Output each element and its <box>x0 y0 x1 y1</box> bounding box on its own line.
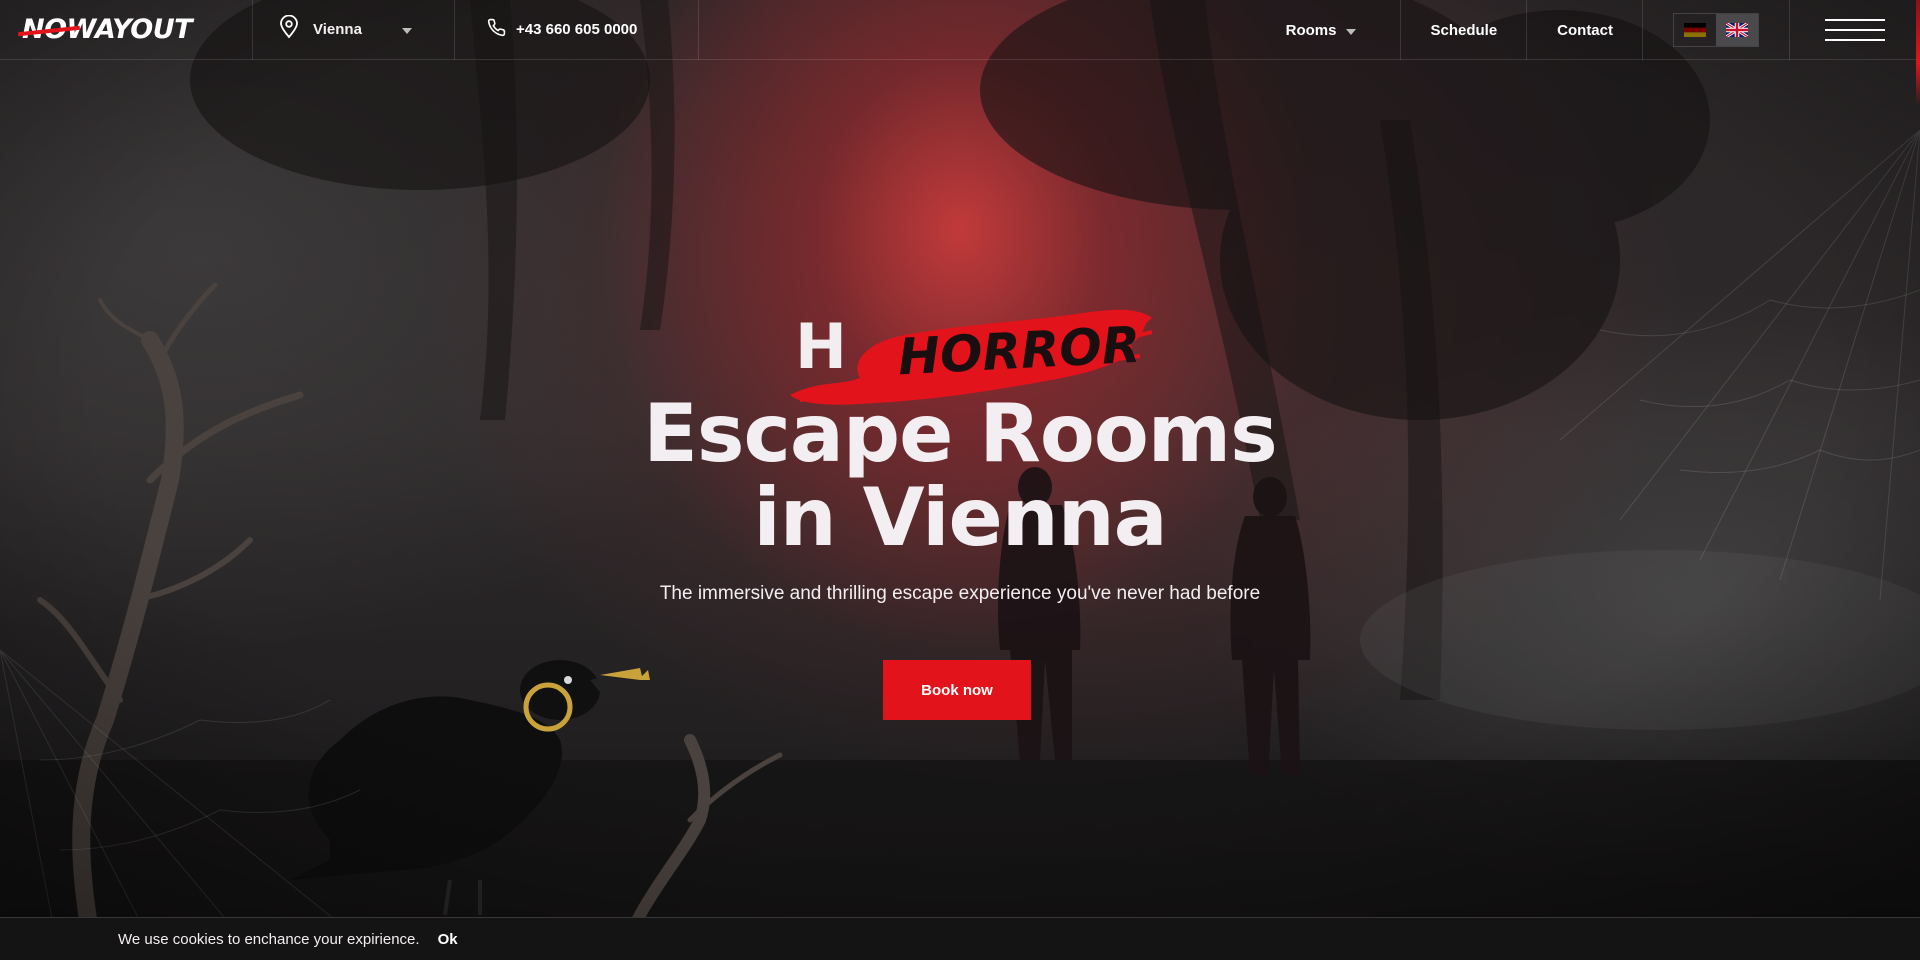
city-label: Vienna <box>313 21 362 38</box>
phone-icon <box>487 18 506 41</box>
city-selector[interactable]: Vienna <box>253 0 455 60</box>
logo-text: NOWAYOUT <box>17 14 193 45</box>
nav-schedule[interactable]: Schedule <box>1401 0 1528 60</box>
main-nav: Rooms Schedule Contact <box>1286 0 1920 60</box>
cookie-accept-button[interactable]: Ok <box>438 931 458 948</box>
chevron-down-icon <box>1346 22 1357 39</box>
hero-headline: Escape Rooms in Vienna <box>0 392 1920 560</box>
lang-de[interactable] <box>1674 14 1716 46</box>
book-now-button[interactable]: Book now <box>883 660 1031 720</box>
location-pin-icon <box>279 14 299 44</box>
phone-number: +43 660 605 0000 <box>516 21 638 38</box>
logo[interactable]: NOWAYOUT <box>0 0 253 60</box>
hero-section: H HORROR Escape Rooms in Vienna The imme… <box>0 0 1920 960</box>
phone-link[interactable]: +43 660 605 0000 <box>455 0 699 60</box>
german-flag-icon <box>1684 23 1706 37</box>
scroll-indicator <box>1916 0 1920 105</box>
hero-headline-line2: in Vienna <box>753 471 1167 564</box>
lang-en[interactable] <box>1716 14 1758 46</box>
cookie-banner: We use cookies to enchance your expirien… <box>0 917 1920 960</box>
uk-flag-icon <box>1726 23 1748 37</box>
language-switcher <box>1643 0 1790 60</box>
hero-headline-line1: Escape Rooms <box>643 387 1278 480</box>
nav-rooms-label: Rooms <box>1285 21 1337 39</box>
hamburger-icon <box>1825 19 1885 41</box>
site-header: NOWAYOUT Vienna +43 660 605 0000 Rooms S… <box>0 0 1920 60</box>
chevron-down-icon <box>401 21 412 39</box>
nav-contact[interactable]: Contact <box>1527 0 1643 60</box>
nav-rooms[interactable]: Rooms <box>1286 0 1402 60</box>
menu-button[interactable] <box>1790 0 1920 60</box>
cookie-message: We use cookies to enchance your expirien… <box>118 930 420 948</box>
hero-subtitle: The immersive and thrilling escape exper… <box>659 583 1261 604</box>
